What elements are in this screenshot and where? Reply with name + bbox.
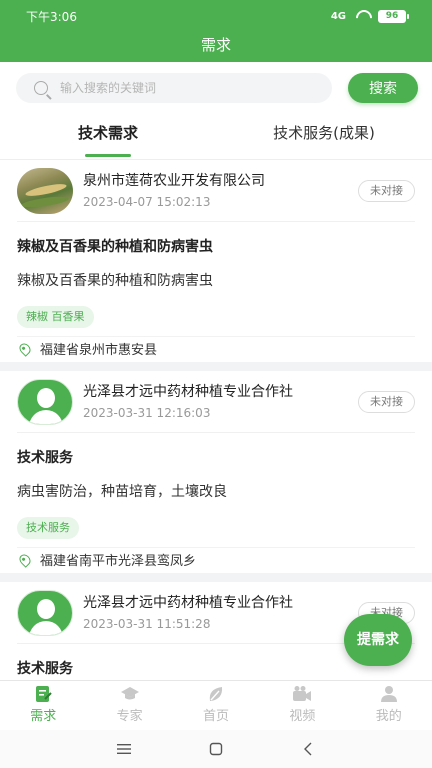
graduation-cap-icon (120, 685, 140, 703)
status-badge: 未对接 (358, 180, 415, 202)
tab-demand[interactable]: 需求 (0, 681, 86, 730)
location: 福建省南平市光泽县鸾凤乡 (17, 547, 415, 573)
demand-card[interactable]: 光泽县才远中药材种植专业合作社 2023-03-31 12:16:03 未对接 … (0, 371, 432, 573)
search-box[interactable] (16, 73, 332, 103)
card-header: 光泽县才远中药材种植专业合作社 2023-03-31 12:16:03 未对接 (17, 371, 415, 433)
tag-chip: 技术服务 (17, 517, 79, 539)
demand-title: 技术服务 (17, 450, 73, 466)
home-icon[interactable] (208, 741, 224, 757)
status-icons: 4G 96 (330, 9, 409, 23)
search-button[interactable]: 搜索 (348, 73, 418, 103)
page-title: 需求 (0, 32, 432, 62)
location-pin-icon (17, 551, 33, 568)
tab-video[interactable]: 视频 (259, 681, 345, 730)
status-time: 下午3:06 (26, 9, 77, 24)
status-bar: 下午3:06 4G 96 (0, 0, 432, 32)
signal-icon: 4G (330, 10, 346, 22)
tab-label: 视频 (289, 709, 316, 724)
tab-home[interactable]: 首页 (173, 681, 259, 730)
bottom-tab-bar: 需求 专家 首页 视频 我的 (0, 680, 432, 730)
wifi-icon (354, 10, 370, 22)
tab-label: 需求 (30, 709, 57, 724)
tab-tech-service[interactable]: 技术服务(成果) (216, 114, 432, 159)
system-nav-bar (0, 730, 432, 768)
battery-icon: 96 (378, 9, 409, 23)
back-icon[interactable] (300, 741, 316, 757)
tab-tech-demand[interactable]: 技术需求 (0, 114, 216, 159)
post-demand-button[interactable]: 提需求 (344, 614, 412, 666)
tab-label: 我的 (375, 709, 402, 724)
tag-chip: 辣椒 百香果 (17, 306, 94, 328)
card-header: 泉州市莲荷农业开发有限公司 2023-04-07 15:02:13 未对接 (17, 160, 415, 222)
search-input[interactable] (60, 81, 310, 95)
location: 福建省泉州市惠安县 (17, 336, 415, 362)
tab-label: 首页 (202, 709, 229, 724)
tab-mine[interactable]: 我的 (346, 681, 432, 730)
status-badge: 未对接 (358, 391, 415, 413)
demand-description: 辣椒及百香果的种植和防病害虫 (17, 273, 213, 289)
demand-list[interactable]: 泉州市莲荷农业开发有限公司 2023-04-07 15:02:13 未对接 辣椒… (0, 160, 432, 680)
person-icon (379, 685, 399, 703)
edit-doc-icon (33, 685, 53, 703)
category-tabs: 技术需求 技术服务(成果) (0, 114, 432, 160)
location-text: 福建省泉州市惠安县 (40, 343, 158, 358)
tab-label: 专家 (116, 709, 143, 724)
leaf-icon (206, 685, 226, 703)
search-row: 搜索 (0, 62, 432, 114)
search-icon (34, 81, 48, 95)
demand-card[interactable]: 泉州市莲荷农业开发有限公司 2023-04-07 15:02:13 未对接 辣椒… (0, 160, 432, 362)
demand-title: 辣椒及百香果的种植和防病害虫 (17, 239, 213, 255)
menu-icon[interactable] (116, 741, 132, 757)
location-text: 福建省南平市光泽县鸾凤乡 (40, 554, 197, 569)
tab-expert[interactable]: 专家 (86, 681, 172, 730)
video-camera-icon (292, 685, 312, 703)
avatar (17, 167, 73, 214)
location-pin-icon (17, 340, 33, 357)
default-avatar-icon (17, 589, 73, 636)
default-avatar-icon (17, 378, 73, 425)
demand-description: 病虫害防治，种苗培育，土壤改良 (17, 484, 227, 500)
